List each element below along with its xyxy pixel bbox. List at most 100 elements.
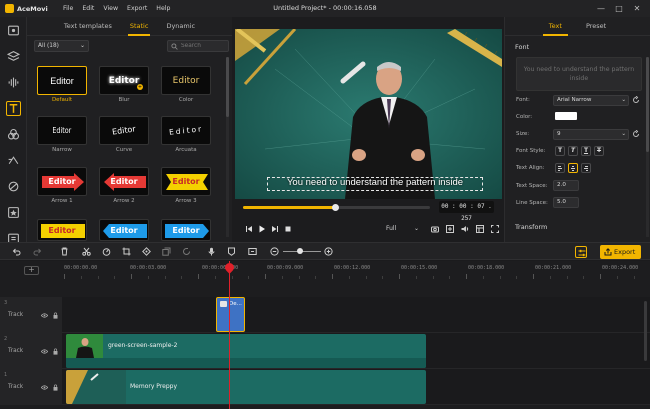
eye-icon[interactable] — [41, 313, 48, 318]
template-arcuata[interactable]: Editor — [161, 116, 211, 145]
underline-button[interactable]: T — [581, 146, 591, 156]
template-narrow[interactable]: Editor — [37, 116, 87, 145]
play-button[interactable] — [255, 223, 268, 235]
menu-file[interactable]: File — [63, 5, 73, 12]
align-left-button[interactable] — [555, 163, 565, 173]
strikethrough-button[interactable]: T — [594, 146, 604, 156]
time-ruler[interactable]: 00:00:00.00 00:00:03.000 00:00:06.000 00… — [62, 261, 650, 279]
tab-dynamic[interactable]: Dynamic — [157, 22, 204, 35]
marker-button[interactable] — [227, 247, 236, 256]
menu-edit[interactable]: Edit — [82, 5, 94, 12]
track-lane-3[interactable] — [62, 297, 650, 333]
fit-timeline-button[interactable] — [248, 247, 257, 256]
font-select[interactable]: Arial Narrow ⌄ — [553, 95, 629, 106]
tab-preset[interactable]: Preset — [574, 22, 618, 35]
asset-scrollbar[interactable] — [226, 57, 229, 237]
speed-button[interactable] — [102, 247, 111, 256]
properties-scrollbar-thumb[interactable] — [646, 57, 649, 152]
keyframe-button[interactable] — [142, 247, 151, 256]
category-filter-select[interactable]: All (18) ⌄ — [34, 40, 89, 52]
color-swatch[interactable] — [555, 112, 577, 120]
undo-button[interactable] — [12, 247, 21, 256]
timeline-settings-button[interactable] — [575, 246, 587, 258]
lock-icon[interactable] — [53, 348, 58, 355]
playhead[interactable] — [223, 261, 236, 409]
step-back-button[interactable] — [242, 223, 255, 235]
fullscreen-button[interactable] — [487, 223, 502, 235]
record-voice-button[interactable] — [207, 247, 216, 256]
tool-layers[interactable] — [0, 43, 27, 69]
lock-icon[interactable] — [53, 312, 58, 319]
asset-scrollbar-thumb[interactable] — [226, 57, 229, 117]
crop-clip-button[interactable] — [122, 247, 131, 256]
tool-elements[interactable] — [0, 199, 27, 225]
timeline-scrollbar[interactable] — [644, 301, 647, 361]
template-blur[interactable]: Editor + — [99, 66, 149, 95]
text-clip[interactable]: De... — [216, 297, 245, 332]
tool-media[interactable] — [0, 17, 27, 43]
tab-static[interactable]: Static — [121, 22, 158, 36]
delete-button[interactable] — [60, 247, 69, 256]
eye-icon[interactable] — [41, 385, 48, 390]
bold-button[interactable]: T — [555, 146, 565, 156]
zoom-slider[interactable] — [283, 248, 321, 254]
template-arrow-1[interactable]: Editor — [37, 167, 87, 196]
reset-icon[interactable] — [632, 130, 640, 138]
video-clip[interactable]: green-screen-sample-2 — [66, 334, 426, 368]
line-space-input[interactable]: 5.0 — [553, 197, 579, 208]
close-button[interactable]: ✕ — [628, 2, 646, 15]
lock-icon[interactable] — [53, 384, 58, 391]
minimize-button[interactable]: — — [592, 2, 610, 15]
zoom-out-button[interactable] — [270, 247, 279, 256]
template-curve[interactable]: Editor — [99, 116, 149, 145]
stop-button[interactable] — [281, 223, 294, 235]
export-button[interactable]: Export — [600, 245, 641, 259]
template-item[interactable]: Editor — [99, 219, 149, 241]
maximize-button[interactable]: □ — [610, 2, 628, 15]
align-right-button[interactable] — [581, 163, 591, 173]
template-color[interactable]: Editor — [161, 66, 211, 95]
tool-transitions[interactable] — [0, 147, 27, 173]
template-default[interactable]: Editor — [37, 66, 87, 95]
template-item[interactable]: Editor — [37, 219, 87, 241]
add-track-button[interactable]: + — [24, 266, 39, 275]
redo-button[interactable] — [33, 247, 42, 256]
menu-export[interactable]: Export — [127, 5, 147, 12]
tool-audio[interactable] — [0, 69, 27, 95]
seek-handle[interactable] — [331, 204, 339, 211]
tool-text[interactable] — [0, 95, 27, 121]
rotate-button[interactable] — [182, 247, 191, 256]
italic-button[interactable]: T — [568, 146, 578, 156]
asset-search[interactable] — [167, 40, 229, 52]
properties-scrollbar[interactable] — [646, 57, 649, 237]
text-space-input[interactable]: 2.0 — [553, 180, 579, 191]
menu-help[interactable]: Help — [156, 5, 170, 12]
text-content-input[interactable]: You need to understand the pattern insid… — [516, 57, 642, 91]
tool-filters[interactable] — [0, 121, 27, 147]
tool-overlays[interactable] — [0, 173, 27, 199]
template-item[interactable]: Editor — [161, 219, 211, 241]
step-forward-button[interactable] — [268, 223, 281, 235]
volume-button[interactable] — [457, 223, 472, 235]
tab-text-templates[interactable]: Text templates — [55, 22, 121, 35]
template-arrow-2[interactable]: Editor — [99, 167, 149, 196]
duplicate-button[interactable] — [162, 247, 171, 256]
eye-icon[interactable] — [41, 349, 48, 354]
align-center-button[interactable] — [568, 163, 578, 173]
snapshot-button[interactable] — [427, 223, 442, 235]
template-arrow-3[interactable]: Editor — [161, 167, 211, 196]
video-clip[interactable]: Memory Preppy — [66, 370, 426, 404]
reset-icon[interactable] — [632, 96, 640, 104]
asset-search-input[interactable] — [181, 43, 225, 49]
preview-quality-select[interactable]: Full ⌄ — [382, 223, 422, 235]
seek-bar[interactable] — [243, 204, 430, 211]
size-select[interactable]: 9 ⌄ — [553, 129, 629, 140]
add-icon[interactable]: + — [137, 84, 143, 90]
menu-view[interactable]: View — [103, 5, 118, 12]
split-button[interactable] — [82, 247, 91, 256]
tab-text[interactable]: Text — [537, 22, 574, 36]
zoom-in-button[interactable] — [324, 247, 333, 256]
layout-button[interactable] — [472, 223, 487, 235]
zoom-slider-handle[interactable] — [297, 248, 303, 254]
crop-button[interactable] — [442, 223, 457, 235]
